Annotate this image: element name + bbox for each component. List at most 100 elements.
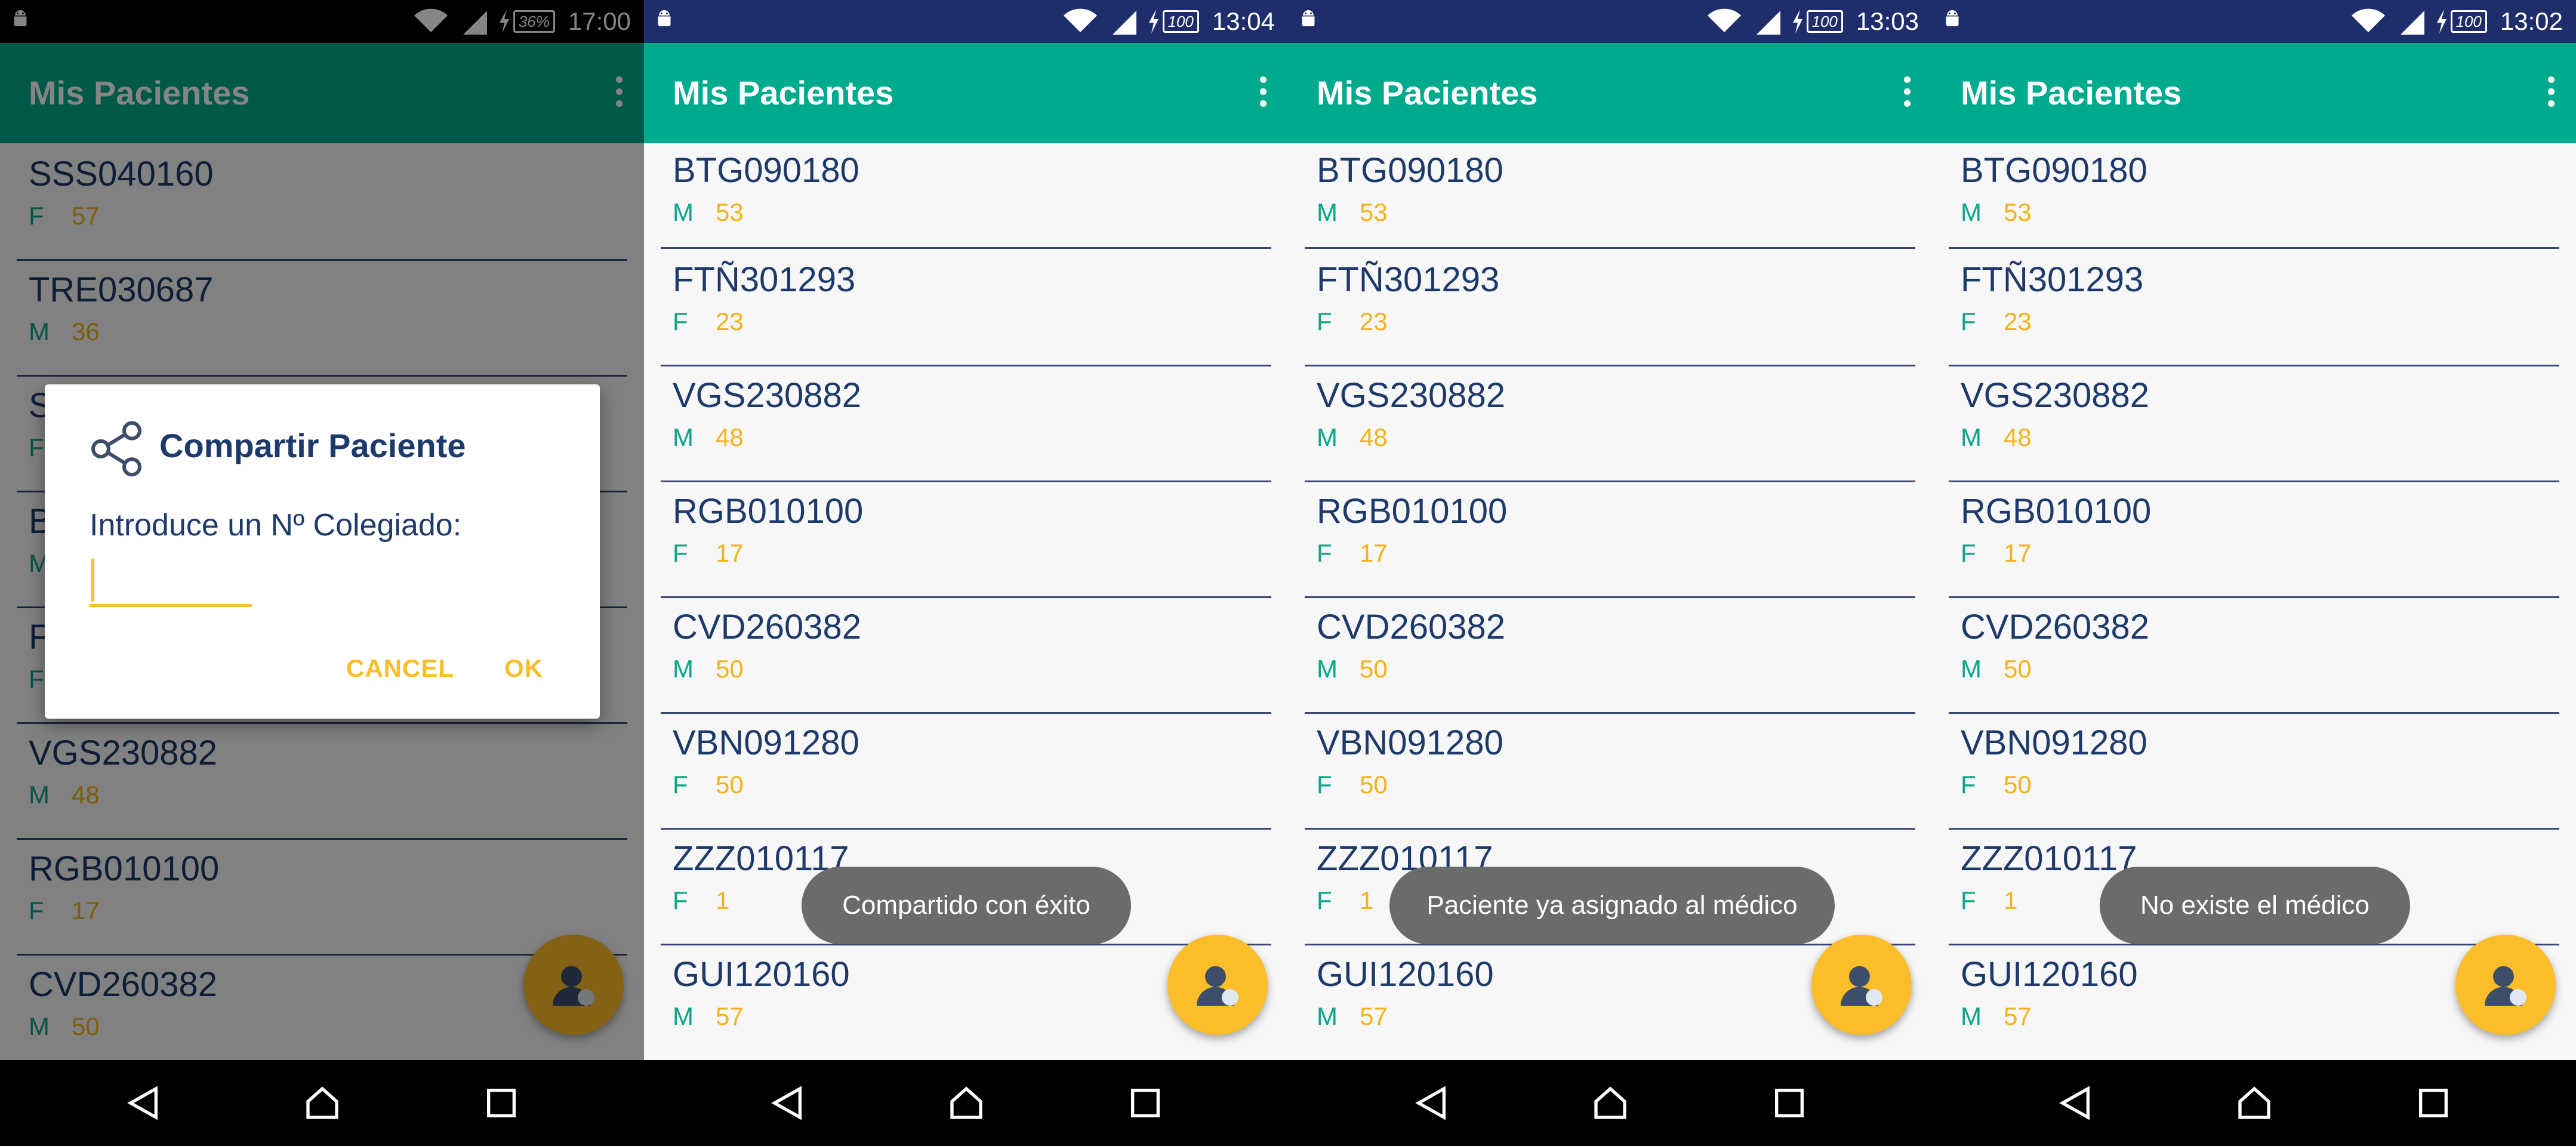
list-item[interactable]: RGB010100 F 17	[661, 480, 1271, 598]
patient-age: 53	[1360, 198, 1388, 226]
patient-sex: M	[1317, 198, 1338, 226]
patient-code: ZZZ010117	[1961, 839, 2137, 878]
clock: 13:03	[1856, 7, 1919, 35]
share-fab[interactable]	[1811, 935, 1912, 1035]
patient-sex: M	[1961, 655, 1982, 683]
patient-sex: M	[673, 423, 694, 451]
share-fab[interactable]	[2455, 935, 2556, 1035]
list-item[interactable]: VBN091280 F 50	[1305, 712, 1915, 830]
ok-button[interactable]: OK	[504, 654, 543, 683]
signal-icon	[1112, 11, 1136, 35]
patient-sex: F	[673, 771, 688, 799]
patient-sex: F	[1961, 886, 1976, 914]
list-item[interactable]: VGS230882 M 48	[1305, 365, 1915, 482]
patient-age: 17	[2004, 539, 2032, 567]
share-icon	[91, 421, 142, 477]
patient-code: RGB010100	[673, 492, 864, 531]
list-item[interactable]: FTÑ301293 F 23	[1305, 249, 1915, 366]
patient-sex: M	[1961, 423, 1982, 451]
navigation-bar	[1932, 1060, 2576, 1146]
list-item[interactable]: CVD260382 M 50	[661, 596, 1271, 714]
list-item[interactable]: VBN091280 F 50	[1949, 712, 2559, 830]
home-icon[interactable]	[2235, 1084, 2273, 1122]
patient-code: RGB010100	[1317, 492, 1508, 531]
list-item[interactable]: VGS230882 M 48	[661, 365, 1271, 482]
patient-age: 48	[716, 423, 744, 451]
list-item[interactable]: BTG090180 M 53	[1949, 143, 2559, 249]
patient-code: VBN091280	[1317, 723, 1503, 762]
list-item[interactable]: CVD260382 M 50	[1305, 596, 1915, 714]
screen-shared-success: 100 13:04 Mis Pacientes BTG090180 M 53 F…	[644, 0, 1288, 1146]
patient-sex: M	[673, 655, 694, 683]
status-bar: 100 13:04	[644, 0, 1288, 43]
patient-code: VBN091280	[673, 723, 859, 762]
patient-age: 23	[716, 307, 744, 335]
more-vert-icon[interactable]	[1900, 76, 1914, 110]
patient-code: FTÑ301293	[1317, 260, 1500, 299]
back-icon[interactable]	[768, 1084, 806, 1122]
patient-age: 50	[2004, 655, 2032, 683]
patient-code: VGS230882	[1961, 376, 2150, 415]
patient-sex: F	[673, 539, 688, 567]
patient-age: 48	[1360, 423, 1388, 451]
list-item[interactable]: VBN091280 F 50	[661, 712, 1271, 830]
back-icon[interactable]	[2056, 1084, 2094, 1122]
battery-indicator: 100	[1147, 10, 1199, 33]
wifi-icon	[1063, 8, 1097, 33]
recent-apps-icon[interactable]	[1126, 1084, 1164, 1122]
list-item[interactable]: BTG090180 M 53	[1305, 143, 1915, 249]
battery-level: 100	[1806, 10, 1843, 33]
list-item[interactable]: RGB010100 F 17	[1949, 480, 2559, 598]
back-icon[interactable]	[124, 1084, 162, 1122]
more-vert-icon[interactable]	[1256, 76, 1270, 110]
patient-code: BTG090180	[1961, 151, 2147, 190]
patient-code: VGS230882	[1317, 376, 1506, 415]
share-dialog: Compartir Paciente Introduce un Nº Coleg…	[45, 384, 600, 719]
patient-code: CVD260382	[673, 608, 861, 646]
page-title: Mis Pacientes	[1961, 74, 2182, 112]
patient-code: BTG090180	[1317, 151, 1503, 190]
back-icon[interactable]	[1412, 1084, 1450, 1122]
signal-icon	[1756, 11, 1780, 35]
list-item[interactable]: RGB010100 F 17	[1305, 480, 1915, 598]
patient-sex: F	[1317, 886, 1332, 914]
home-icon[interactable]	[947, 1084, 985, 1122]
patient-age: 23	[1360, 307, 1388, 335]
recent-apps-icon[interactable]	[482, 1084, 520, 1122]
patient-code: GUI120160	[1317, 955, 1494, 994]
patient-sex: F	[1317, 307, 1332, 335]
screen-doctor-not-found: 100 13:02 Mis Pacientes BTG090180 M 53 F…	[1932, 0, 2576, 1146]
patient-code: VBN091280	[1961, 723, 2147, 762]
patient-sex: F	[1961, 307, 1976, 335]
list-item[interactable]: BTG090180 M 53	[661, 143, 1271, 249]
cancel-button[interactable]: CANCEL	[346, 654, 454, 683]
patient-age: 1	[2004, 886, 2018, 914]
wifi-icon	[2351, 8, 2385, 33]
home-icon[interactable]	[1591, 1084, 1629, 1122]
text-cursor	[91, 559, 94, 602]
colegiado-input[interactable]	[90, 554, 252, 607]
recent-apps-icon[interactable]	[2414, 1084, 2452, 1122]
patient-sex: F	[1317, 771, 1332, 799]
patient-age: 50	[2004, 771, 2032, 799]
more-vert-icon[interactable]	[2544, 76, 2558, 110]
patient-age: 23	[2004, 307, 2032, 335]
patient-sex: F	[1961, 539, 1976, 567]
home-icon[interactable]	[303, 1084, 341, 1122]
navigation-bar	[644, 1060, 1288, 1146]
list-item[interactable]: CVD260382 M 50	[1949, 596, 2559, 714]
battery-level: 100	[1162, 10, 1199, 33]
list-item[interactable]: VGS230882 M 48	[1949, 365, 2559, 482]
charging-bolt-icon	[1792, 10, 1802, 33]
patient-age: 1	[716, 886, 730, 914]
list-item[interactable]: FTÑ301293 F 23	[661, 249, 1271, 366]
page-title: Mis Pacientes	[673, 74, 894, 112]
wifi-icon	[1707, 8, 1741, 33]
clock: 13:04	[1212, 7, 1275, 35]
recent-apps-icon[interactable]	[1770, 1084, 1808, 1122]
list-item[interactable]: FTÑ301293 F 23	[1949, 249, 2559, 366]
screenshot-strip: 36% 17:00 Mis Pacientes SSS040160 F 57 T…	[0, 0, 2576, 1146]
charging-bolt-icon	[2436, 10, 2446, 33]
share-fab[interactable]	[1167, 935, 1268, 1035]
patient-sex: F	[1317, 539, 1332, 567]
